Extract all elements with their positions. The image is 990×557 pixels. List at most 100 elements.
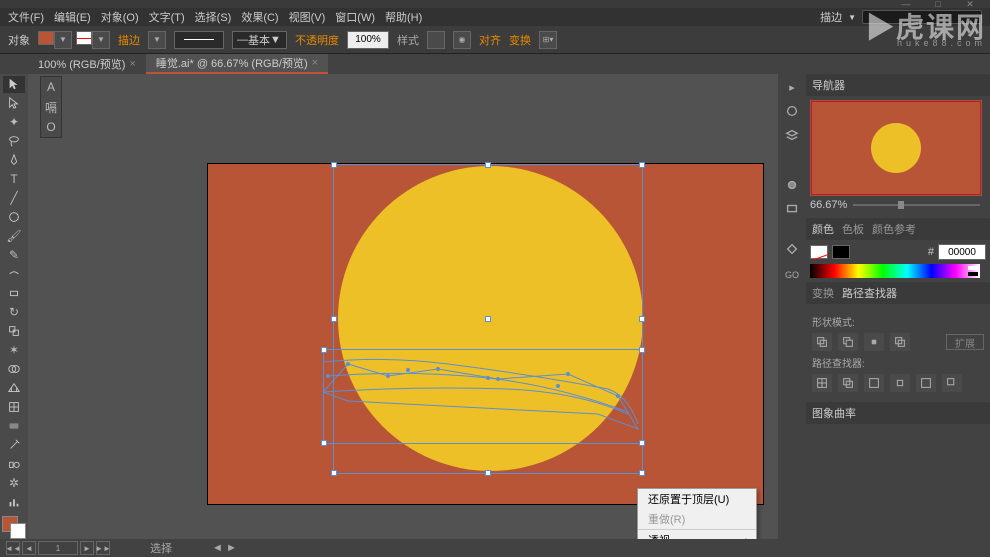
prev-page-button[interactable]: ◄ [22,541,36,555]
context-menu: 还原置于顶层(U) 重做(R) 透视▸ 编组 建立剪切蒙板 变换▸ 排列▸ [637,488,757,539]
doc-tab-1[interactable]: 睡觉.ai* @ 66.67% (RGB/预览) × [146,54,328,74]
close-icon[interactable]: × [312,57,318,69]
ctx-undo[interactable]: 还原置于顶层(U) [638,489,756,509]
next-page-button[interactable]: ► [80,541,94,555]
first-page-button[interactable]: ◄◄ [6,541,20,555]
scale-tool[interactable] [3,323,25,340]
fill-stroke-swatch[interactable] [2,516,26,539]
swatches-tab[interactable]: 色板 [842,221,864,237]
pf-unite[interactable] [812,333,832,351]
pf-merge[interactable] [864,374,884,392]
status-select-label: 选择 [150,540,172,556]
menu-type[interactable]: 文字(T) [149,9,185,25]
pf-expand-button[interactable]: 扩展 [946,334,984,350]
color-guide-tab[interactable]: 颜色参考 [872,221,916,237]
fx-icon[interactable] [783,102,801,120]
menu-help[interactable]: 帮助(H) [385,9,422,25]
pathfinder-tab[interactable]: 路径查找器 [842,285,897,301]
transform-dropdown[interactable]: ⊞▾ [539,31,557,49]
text-panel-mid[interactable]: 嗝 [41,97,61,117]
pencil-tool[interactable]: ✎ [3,247,25,264]
navigator-tab[interactable]: 导航器 [812,77,845,93]
hex-input[interactable] [938,244,986,260]
pf-outline[interactable] [916,374,936,392]
pf-exclude[interactable] [890,333,910,351]
menu-window[interactable]: 窗口(W) [335,9,375,25]
window-minimize[interactable]: — [894,1,918,7]
text-panel-a[interactable]: A [41,77,61,97]
align-label: 对齐 [479,32,501,48]
pf-trim[interactable] [838,374,858,392]
rotate-tool[interactable]: ↻ [3,304,25,321]
pf-intersect[interactable] [864,333,884,351]
pf-minus-front[interactable] [838,333,858,351]
window-close[interactable]: ✕ [958,1,982,7]
blob-brush-tool[interactable] [3,266,25,283]
tracing-panel [806,424,990,436]
line-tool[interactable]: ╱ [3,190,25,207]
hex-label: # [928,246,934,258]
perspective-tool[interactable] [3,380,25,397]
stroke-swatch[interactable] [76,31,92,45]
text-mini-panel[interactable]: A 嗝 O [40,76,62,138]
tracing-tab[interactable]: 图象曲率 [812,405,856,421]
last-page-button[interactable]: ►► [96,541,110,555]
graphic-style-swatch[interactable] [427,31,445,49]
stroke-weight[interactable]: ▼ [148,31,166,49]
stroke-dropdown[interactable]: ▼ [92,31,110,49]
search-input[interactable] [862,10,982,24]
stroke-style-select[interactable] [174,31,224,49]
blend-tool[interactable] [3,455,25,472]
status-nav-icon[interactable]: ◄ ► [212,542,237,554]
fill-dropdown[interactable]: ▼ [54,31,72,49]
transform-tab[interactable]: 变换 [812,285,834,301]
gradient-icon[interactable] [783,176,801,194]
color-spectrum[interactable] [810,264,980,278]
pf-divide[interactable] [812,374,832,392]
brush-select[interactable]: — 基本 ▼ [232,31,287,49]
pf-minus-back[interactable] [942,374,962,392]
width-tool[interactable]: ✶ [3,342,25,359]
symbol-sprayer-tool[interactable]: ✲ [3,474,25,491]
menu-view[interactable]: 视图(V) [289,9,326,25]
stroke-label: 描边 [820,9,842,25]
recolor-icon[interactable]: ◉ [453,31,471,49]
pf-crop[interactable] [890,374,910,392]
direct-selection-tool[interactable] [3,95,25,112]
canvas[interactable]: A 嗝 O [28,74,778,539]
menu-select[interactable]: 选择(S) [195,9,232,25]
graph-tool[interactable] [3,493,25,510]
layers-icon[interactable] [783,126,801,144]
menu-file[interactable]: 文件(F) [8,9,44,25]
mesh-tool[interactable] [3,398,25,415]
magic-wand-tool[interactable]: ✦ [3,114,25,131]
opacity-input[interactable] [347,31,389,49]
doc-tab-0[interactable]: 100% (RGB/预览) × [28,54,146,74]
type-tool[interactable]: T [3,171,25,188]
panel-toggle-icon[interactable]: ▸ [783,78,801,96]
eraser-tool[interactable] [3,285,25,302]
rectangle-tool[interactable] [3,209,25,226]
close-icon[interactable]: × [129,58,135,70]
eyedropper-tool[interactable] [3,436,25,453]
menu-effect[interactable]: 效果(C) [241,9,278,25]
fill-swatch[interactable] [38,31,54,45]
nav-zoom-value: 66.67% [810,199,847,211]
ctx-perspective[interactable]: 透视▸ [638,530,756,539]
selection-tool[interactable] [3,76,25,93]
window-maximize[interactable]: □ [926,1,950,7]
shape-builder-tool[interactable] [3,361,25,378]
color-tab[interactable]: 颜色 [812,221,834,237]
navigator-thumbnail[interactable] [810,100,982,196]
document-tabs: 100% (RGB/预览) × 睡觉.ai* @ 66.67% (RGB/预览)… [0,54,990,74]
paintbrush-tool[interactable]: 🖌 [3,228,25,245]
menu-object[interactable]: 对象(O) [101,9,139,25]
text-panel-o[interactable]: O [41,117,61,137]
screen-icon[interactable] [783,200,801,218]
lasso-tool[interactable] [3,133,25,150]
diamond-icon[interactable] [783,240,801,258]
gradient-tool[interactable] [3,417,25,434]
pen-tool[interactable] [3,152,25,169]
menu-edit[interactable]: 编辑(E) [54,9,91,25]
selection-label: 对象 [8,32,30,48]
